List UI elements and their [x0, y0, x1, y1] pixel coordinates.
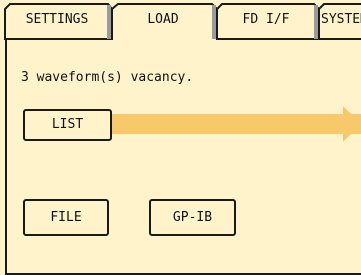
- tab-settings[interactable]: SETTINGS: [8, 11, 106, 29]
- tab-fd-if[interactable]: FD I/F: [219, 11, 313, 29]
- load-screen: SETTINGS LOAD FD I/F SYSTEM 3 waveform(s…: [0, 0, 361, 275]
- list-button[interactable]: LIST: [23, 109, 112, 141]
- arrow-right-icon: [343, 106, 361, 142]
- tab-bar: SETTINGS LOAD FD I/F SYSTEM: [0, 0, 361, 40]
- tab-system[interactable]: SYSTEM: [321, 11, 361, 29]
- load-panel: 3 waveform(s) vacancy. LIST FILE GP-IB: [0, 40, 361, 275]
- gpib-button[interactable]: GP-IB: [149, 199, 236, 236]
- tab-load[interactable]: LOAD: [114, 11, 212, 29]
- status-text: 3 waveform(s) vacancy.: [21, 70, 194, 85]
- selection-highlight-bar: [112, 114, 361, 134]
- file-button[interactable]: FILE: [23, 199, 109, 236]
